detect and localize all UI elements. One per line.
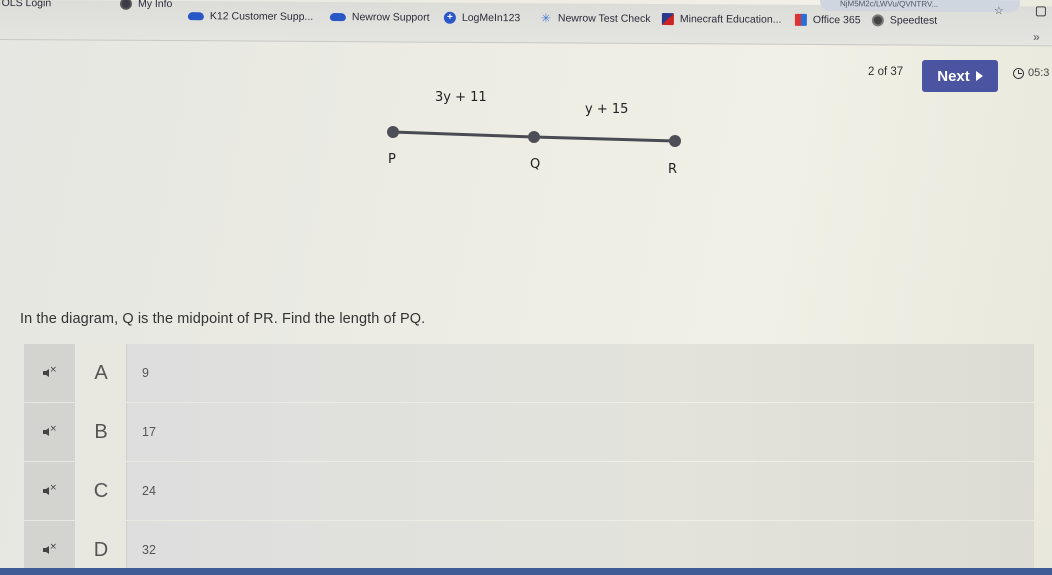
answer-option-a[interactable]: × A 9 — [24, 344, 1034, 402]
speaker-mute-icon: × — [42, 365, 57, 378]
bookmark-label: Speedtest — [889, 14, 938, 27]
answer-option-c[interactable]: × C 24 — [24, 462, 1034, 520]
timer: 05:3 — [1013, 67, 1049, 79]
point-r — [669, 135, 681, 147]
label-r: R — [668, 162, 678, 177]
point-p — [387, 126, 399, 138]
answer-letter: C — [76, 462, 126, 520]
audio-button[interactable]: × — [24, 403, 75, 461]
office-icon — [794, 13, 807, 26]
bookmark-label: Office 365 — [812, 13, 861, 27]
bookmark-newrow-test-check[interactable]: ✳ Newrow Test Check — [540, 9, 651, 28]
bookmark-label: Minecraft Education... — [679, 13, 782, 26]
audio-button[interactable]: × — [24, 521, 75, 575]
question-text: In the diagram, Q is the midpoint of PR.… — [20, 311, 426, 327]
answer-option-b[interactable]: × B 17 — [24, 403, 1034, 461]
play-arrow-icon — [975, 71, 983, 81]
extension-icon[interactable] — [1035, 6, 1046, 17]
audio-button[interactable]: × — [24, 344, 75, 402]
plus-circle-icon: + — [443, 11, 456, 24]
speedtest-icon — [871, 14, 884, 27]
next-button[interactable]: Next — [922, 60, 998, 92]
answer-letter: A — [76, 344, 126, 402]
bookmark-k12-ols-login[interactable]: K12 OLS Login — [0, 0, 51, 12]
bookmark-minecraft-education[interactable]: Minecraft Education... — [661, 10, 782, 29]
segment-diagram: 3y + 11 y + 15 P Q R — [370, 90, 710, 190]
star-icon[interactable]: ☆ — [994, 4, 1004, 17]
point-q — [528, 131, 540, 143]
label-q: Q — [530, 157, 541, 172]
speaker-mute-icon: × — [42, 483, 57, 496]
bookmark-label: K12 Customer Supp... — [209, 10, 314, 23]
timer-value: 05:3 — [1028, 67, 1050, 79]
globe-icon — [119, 0, 133, 10]
bookmark-label: LogMeIn123 — [461, 11, 521, 25]
bookmark-label: K12 OLS Login — [0, 0, 52, 10]
bookmark-label: My Info — [137, 0, 173, 11]
taskbar-edge — [0, 568, 1052, 575]
bookmarks-bar: NjM5M2c/LWVu/QVNTRV... ☆ K12 OLS Login M… — [0, 0, 1052, 47]
cloud-icon — [187, 12, 204, 21]
next-label: Next — [937, 67, 970, 85]
answer-letter: D — [76, 521, 126, 575]
sparkle-icon: ✳ — [540, 11, 551, 26]
segment-pq — [392, 130, 535, 139]
answer-value: 9 — [126, 344, 1034, 402]
audio-button[interactable]: × — [24, 462, 75, 520]
speaker-mute-icon: × — [42, 424, 57, 437]
cloud-icon — [329, 13, 346, 22]
bookmark-speedtest[interactable]: Speedtest — [871, 11, 938, 29]
bookmark-newrow-support[interactable]: Newrow Support — [329, 8, 430, 27]
minecraft-icon — [661, 13, 674, 26]
speaker-mute-icon: × — [42, 542, 57, 555]
answer-value: 17 — [126, 403, 1034, 461]
clock-icon — [1013, 67, 1024, 79]
segment-svg — [387, 126, 681, 147]
bookmark-label: Newrow Support — [351, 11, 430, 24]
label-qr-expression: y + 15 — [585, 102, 629, 117]
answer-option-d[interactable]: × D 32 — [24, 521, 1034, 575]
label-pq-expression: 3y + 11 — [435, 90, 487, 105]
answer-letter: B — [76, 403, 126, 461]
answer-choices: × A 9 × B 17 × C 24 × D 32 — [24, 344, 1034, 575]
bookmark-office-365[interactable]: Office 365 — [794, 11, 861, 29]
bookmarks-overflow-button[interactable]: » — [1033, 30, 1040, 44]
question-counter: 2 of 37 — [868, 66, 904, 78]
bookmark-my-info[interactable]: My Info — [119, 0, 173, 13]
bookmark-logmein123[interactable]: + LogMeIn123 — [443, 9, 521, 27]
answer-value: 24 — [126, 462, 1034, 520]
answer-value: 32 — [126, 521, 1034, 575]
segment-qr — [533, 135, 676, 143]
bookmark-label: Newrow Test Check — [557, 12, 651, 25]
label-p: P — [388, 152, 396, 167]
bookmark-k12-customer-support[interactable]: K12 Customer Supp... — [187, 7, 314, 26]
